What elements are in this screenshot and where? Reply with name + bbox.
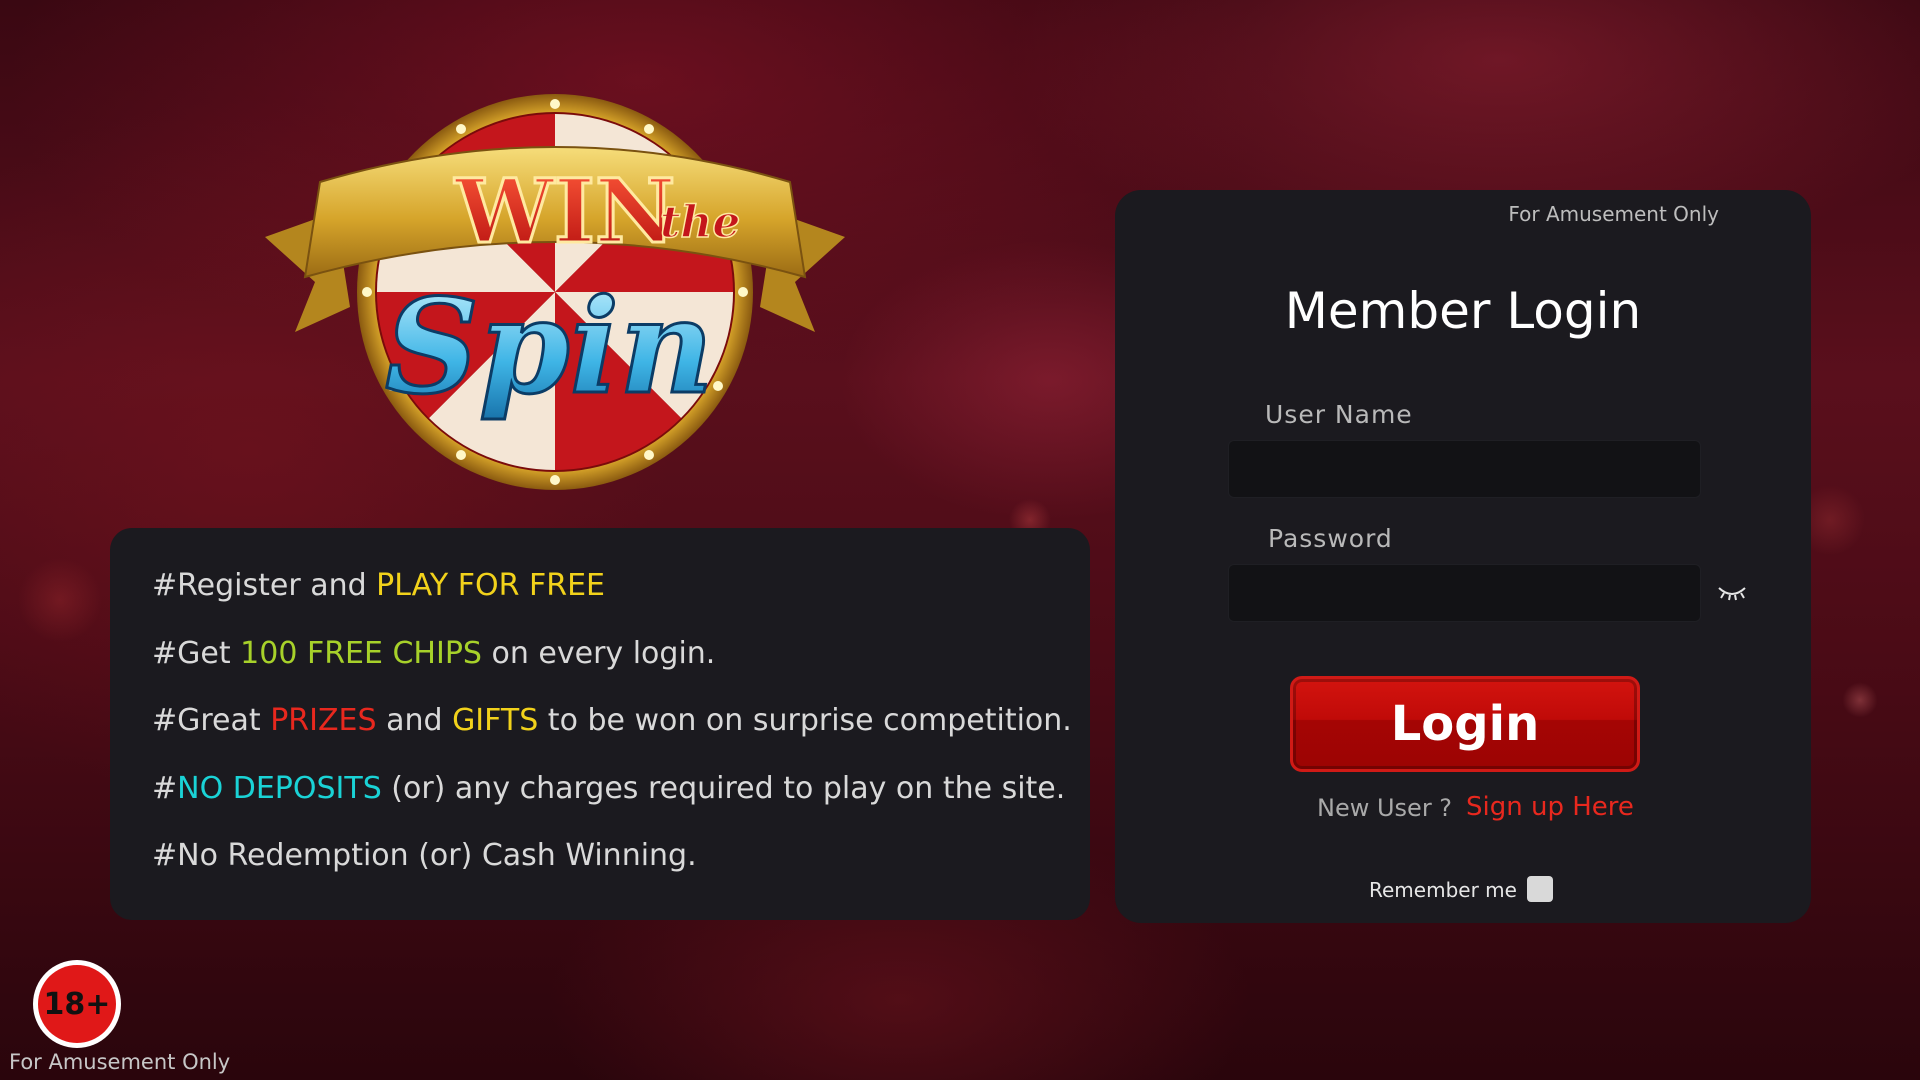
feature-line-deposits: #NO DEPOSITS (or) any charges required t… bbox=[152, 770, 1066, 806]
logo-word-spin: Spin bbox=[385, 270, 714, 423]
footer-amusement-note: For Amusement Only bbox=[9, 1050, 231, 1074]
feature-line-prizes: #Great PRIZES and GIFTS to be won on sur… bbox=[152, 703, 1072, 738]
features-panel: #Register and PLAY FOR FREE #Get 100 FRE… bbox=[110, 528, 1090, 920]
login-title: Member Login bbox=[1284, 282, 1642, 340]
age-badge-label: 18+ bbox=[38, 965, 116, 1043]
password-input[interactable] bbox=[1228, 564, 1701, 622]
feature-line-chips: #Get 100 FREE CHIPS on every login. bbox=[152, 635, 716, 671]
eye-closed-icon[interactable] bbox=[1715, 580, 1749, 604]
win-the-spin-logo: WIN the Spin bbox=[265, 92, 845, 492]
member-login-panel: For Amusement Only Member Login User Nam… bbox=[1115, 190, 1811, 923]
age-18-badge: 18+ bbox=[33, 960, 121, 1048]
login-button[interactable]: Login bbox=[1290, 676, 1640, 772]
logo-word-win: WIN bbox=[454, 159, 675, 263]
signup-link[interactable]: Sign up Here bbox=[1466, 792, 1634, 822]
password-label: Password bbox=[1268, 524, 1393, 553]
logo-word-the: the bbox=[660, 197, 740, 248]
remember-me-checkbox[interactable] bbox=[1527, 876, 1553, 902]
remember-me-label: Remember me bbox=[1369, 878, 1517, 902]
amusement-note: For Amusement Only bbox=[1508, 202, 1719, 226]
username-label: User Name bbox=[1265, 400, 1413, 429]
feature-line-redemption: #No Redemption (or) Cash Winning. bbox=[152, 838, 697, 873]
new-user-text: New User ? bbox=[1317, 794, 1453, 822]
username-input[interactable] bbox=[1228, 440, 1701, 498]
feature-line-register: #Register and PLAY FOR FREE bbox=[152, 568, 605, 603]
